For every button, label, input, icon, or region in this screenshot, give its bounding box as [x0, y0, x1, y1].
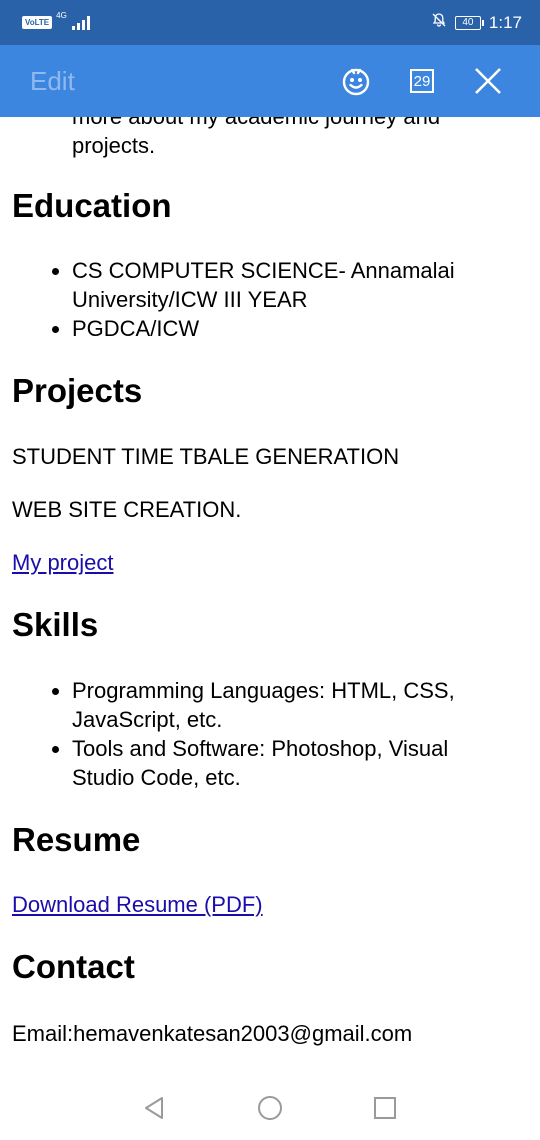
close-icon[interactable] — [466, 59, 510, 103]
list-item: PGDCA/ICW — [72, 314, 512, 343]
back-triangle-icon[interactable] — [139, 1093, 169, 1123]
skills-heading: Skills — [12, 606, 99, 643]
contact-heading: Contact — [12, 948, 135, 985]
skills-list: Programming Languages: HTML, CSS, JavaSc… — [12, 676, 512, 792]
battery-icon: 40 — [454, 15, 484, 30]
project-item-2: WEB SITE CREATION. — [12, 497, 242, 522]
status-left: VoLTE 4G — [22, 11, 91, 30]
intro-line-1: more about my academic journey and — [72, 117, 512, 131]
home-circle-icon[interactable] — [255, 1093, 285, 1123]
signal-icon: 4G — [56, 11, 91, 30]
navigation-bar — [0, 1077, 540, 1140]
battery-level: 40 — [462, 16, 474, 28]
education-heading: Education — [12, 187, 172, 224]
recents-square-icon[interactable] — [370, 1093, 400, 1123]
edit-button[interactable]: Edit — [30, 66, 312, 97]
status-bar: VoLTE 4G 40 1:17 — [0, 0, 540, 45]
my-project-link[interactable]: My project — [12, 550, 113, 575]
clock: 1:17 — [488, 12, 522, 32]
app-toolbar: Edit 29 — [0, 45, 540, 117]
status-right: 40 1:17 — [431, 12, 522, 33]
volte-badge: VoLTE — [22, 16, 53, 29]
list-item: Programming Languages: HTML, CSS, JavaSc… — [72, 676, 512, 734]
calendar-icon[interactable]: 29 — [400, 59, 444, 103]
project-item-1: STUDENT TIME TBALE GENERATION — [12, 444, 400, 469]
network-type: 4G — [56, 10, 67, 20]
calendar-day: 29 — [410, 69, 434, 93]
smiley-icon[interactable] — [334, 59, 378, 103]
projects-heading: Projects — [12, 372, 143, 409]
list-item: Tools and Software: Photoshop, Visual St… — [72, 734, 512, 792]
contact-email: Email:hemavenkatesan2003@gmail.com — [12, 1021, 413, 1046]
content-inner: more about my academic journey and proje… — [12, 117, 512, 1048]
education-list: CS COMPUTER SCIENCE- Annamalai Universit… — [12, 256, 512, 343]
intro-line-2: projects. — [72, 133, 156, 158]
page-content[interactable]: more about my academic journey and proje… — [0, 117, 540, 1077]
bell-muted-icon — [431, 12, 447, 33]
list-item: CS COMPUTER SCIENCE- Annamalai Universit… — [72, 256, 512, 314]
resume-heading: Resume — [12, 821, 141, 858]
intro-text: more about my academic journey and proje… — [72, 117, 512, 160]
download-resume-link[interactable]: Download Resume (PDF) — [12, 892, 263, 917]
